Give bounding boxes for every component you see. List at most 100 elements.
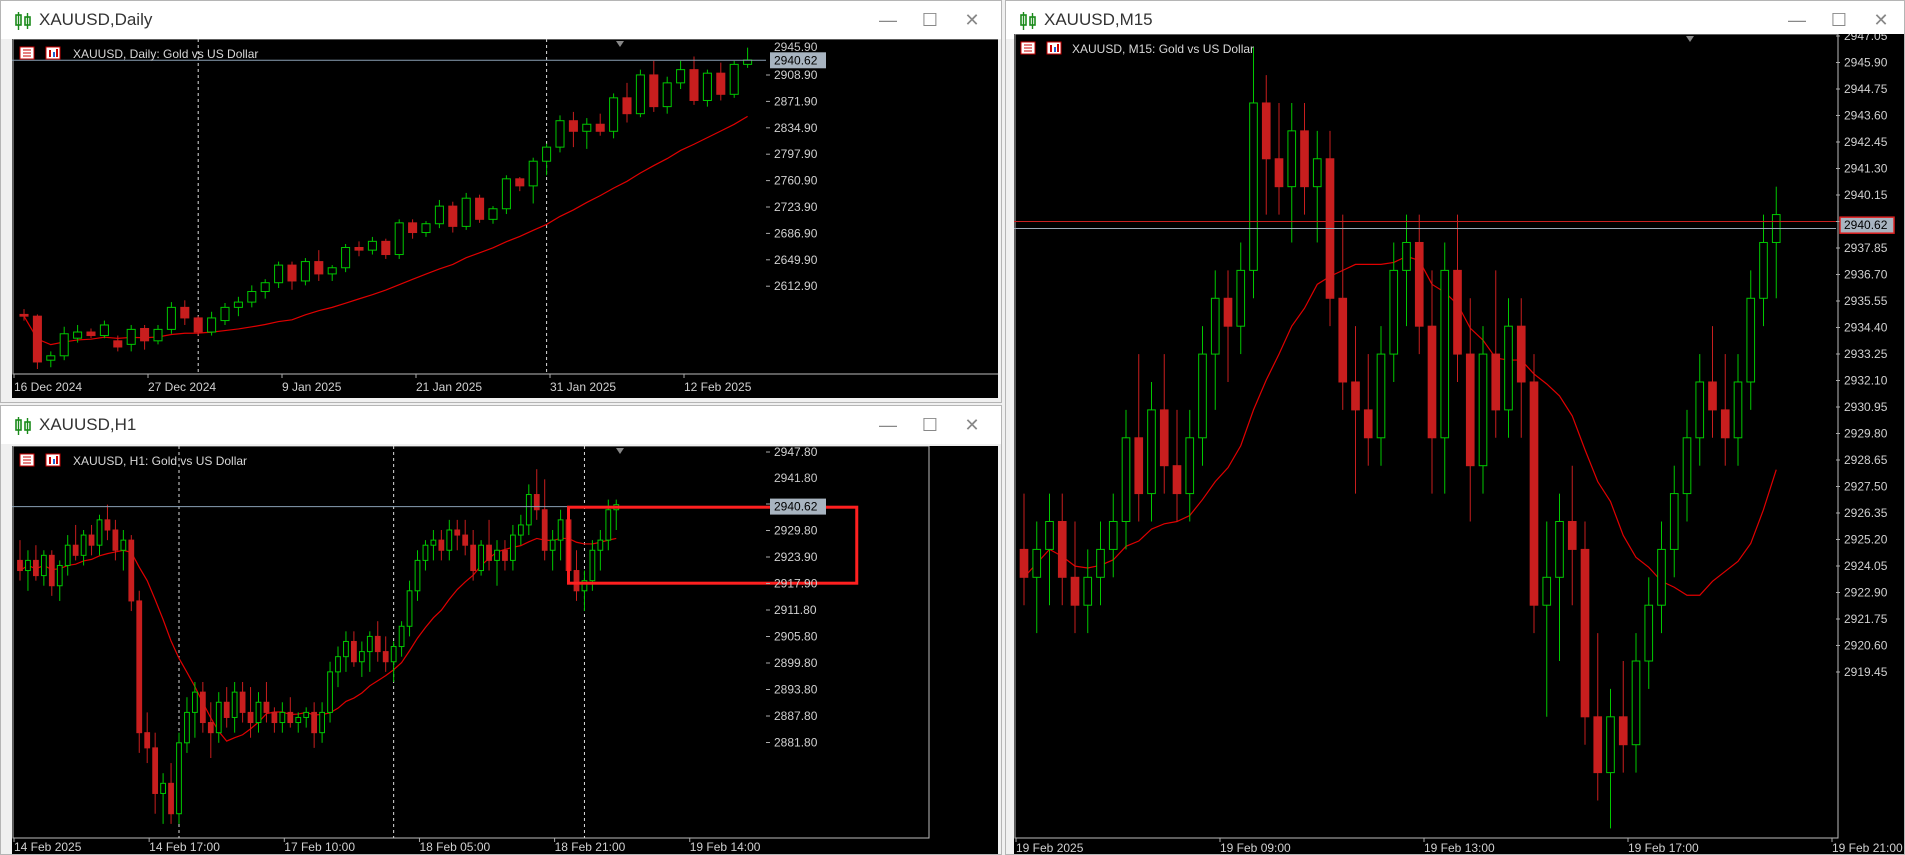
candle — [351, 631, 357, 667]
maximize-button[interactable]: ☐ — [909, 7, 951, 33]
candle-body — [1287, 130, 1297, 188]
y-tick-label: 2923.90 — [774, 550, 818, 564]
candle-body — [1223, 297, 1233, 327]
candle-body — [327, 671, 333, 713]
candle — [1555, 493, 1564, 662]
y-tick-label: 2905.80 — [774, 630, 818, 644]
candle-body — [1210, 297, 1220, 355]
candle — [501, 175, 511, 215]
candle-body — [247, 291, 257, 303]
candle — [1759, 214, 1768, 327]
x-tick-label: 19 Feb 09:00 — [1220, 841, 1291, 855]
candle — [220, 302, 230, 325]
candle — [1771, 186, 1781, 299]
window-titlebar[interactable]: XAUUSD,H1 — ☐ ✕ — [1, 406, 1001, 444]
x-tick-label: 17 Feb 10:00 — [284, 840, 355, 854]
maximize-button[interactable]: ☐ — [909, 412, 951, 438]
candle-body — [408, 222, 418, 234]
moving-average-line — [19, 537, 617, 742]
daily-chart-area[interactable]: 2908.90 2871.90 2834.90 2797.90 2760.90 2723.… — [12, 39, 998, 398]
m15-chart[interactable]: 2947.05 2945.90 2944.75 2943.60 2942.45 2941.… — [1014, 34, 1904, 855]
chart-info-header: XAUUSD, M15: Gold vs US Dollar — [1020, 41, 1254, 56]
candle — [287, 697, 294, 728]
candle — [1261, 75, 1271, 215]
minimize-button[interactable]: — — [867, 412, 909, 438]
close-button[interactable]: ✕ — [951, 412, 993, 438]
close-button[interactable]: ✕ — [951, 7, 993, 33]
y-tick-label: 2935.55 — [1844, 294, 1888, 308]
candle-body — [502, 549, 508, 561]
candle — [502, 540, 508, 571]
candle — [140, 324, 150, 350]
candle — [528, 157, 538, 204]
candle-body — [260, 282, 270, 293]
candle-body — [86, 331, 96, 337]
price-badge-text: 2940.62 — [774, 500, 818, 514]
chart-bars-icon — [45, 453, 61, 467]
h1-chart-area[interactable]: 2947.802935.802929.802923.902917.902911.… — [12, 446, 998, 855]
h1-chart[interactable]: 2947.802935.802929.802923.902917.902911.… — [12, 446, 998, 855]
candle — [1210, 270, 1220, 410]
y-tick-label: 2871.90 — [774, 94, 818, 108]
m15-chart-window[interactable]: XAUUSD,M15 — ☐ ✕ 2947.05 2945.90 2944.75 29… — [1005, 0, 1905, 855]
candle — [622, 82, 632, 123]
candle — [112, 519, 119, 561]
window-titlebar[interactable]: XAUUSD,Daily — ☐ ✕ — [1, 1, 1001, 39]
candle-body — [215, 701, 222, 734]
y-tick-label: 2947.05 — [1844, 34, 1888, 43]
maximize-button[interactable]: ☐ — [1818, 7, 1860, 33]
candle — [1427, 270, 1437, 494]
candle-body — [390, 646, 397, 663]
candle-body — [287, 264, 297, 282]
candle — [1606, 688, 1615, 829]
candle-body — [120, 539, 127, 551]
candle-body — [193, 317, 203, 333]
candle-body — [1185, 437, 1195, 495]
candle-body — [461, 197, 471, 227]
candle-body — [25, 559, 31, 572]
daily-chart[interactable]: 2908.90 2871.90 2834.90 2797.90 2760.90 2723.… — [12, 39, 998, 398]
candle — [1351, 326, 1360, 494]
y-tick-label: 2881.80 — [774, 736, 818, 750]
minimize-button[interactable]: — — [867, 7, 909, 33]
candle-body — [494, 549, 500, 561]
candle — [374, 621, 381, 662]
h1-chart-window[interactable]: XAUUSD,H1 — ☐ ✕ 2947.802935.802929.80292… — [0, 405, 1002, 855]
price-badge: 2940.62 — [770, 52, 826, 69]
candle-body — [367, 240, 377, 251]
candle — [1453, 214, 1462, 382]
candle — [1147, 381, 1156, 522]
m15-chart-area[interactable]: 2947.05 2945.90 2944.75 2943.60 2942.45 2941.… — [1014, 34, 1904, 855]
candle — [478, 540, 484, 576]
candle-body — [168, 782, 174, 815]
minimize-button[interactable]: — — [1776, 7, 1818, 33]
candle-body — [207, 722, 214, 734]
daily-chart-window[interactable]: XAUUSD,Daily — ☐ ✕ 2908.90 2871.90 2834.90… — [0, 0, 1002, 403]
y-tick-label: 2927.50 — [1844, 480, 1888, 494]
candle-body — [358, 651, 365, 663]
candle-body — [1440, 269, 1450, 439]
candle — [1491, 270, 1501, 438]
candle-body — [80, 534, 87, 556]
moving-average-line — [23, 115, 748, 346]
candle-body — [1045, 520, 1054, 550]
candle-body — [88, 534, 95, 546]
candle — [462, 519, 469, 556]
chart-info-header: XAUUSD, H1: Gold vs US Dollar — [19, 453, 247, 468]
candle-body — [1249, 102, 1258, 271]
window-title: XAUUSD,M15 — [1044, 10, 1153, 29]
x-tick-label: 21 Jan 2025 — [416, 380, 482, 394]
price-badge: 2940.62 — [770, 498, 826, 515]
candle — [25, 550, 31, 591]
close-button[interactable]: ✕ — [1860, 7, 1902, 33]
candle-body — [1516, 325, 1526, 383]
x-tick-label: 14 Feb 17:00 — [149, 840, 220, 854]
candle — [247, 285, 257, 308]
x-tick-label: 9 Jan 2025 — [282, 380, 342, 394]
candle — [595, 113, 605, 136]
candle-body — [1376, 353, 1386, 439]
y-tick-label: 2929.80 — [774, 524, 818, 538]
candle — [394, 219, 404, 259]
candle — [1440, 242, 1450, 494]
candle-body — [528, 160, 538, 187]
